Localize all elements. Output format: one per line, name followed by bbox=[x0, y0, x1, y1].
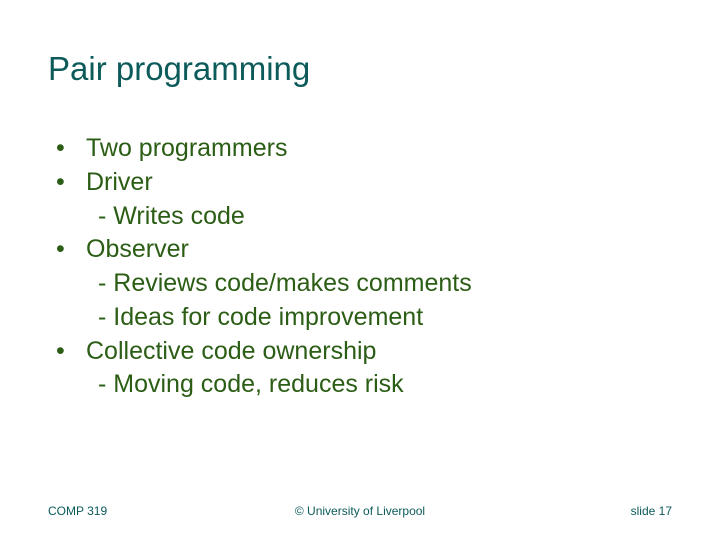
sub-item: - Reviews code/makes comments bbox=[50, 267, 670, 301]
bullet-item: Observer bbox=[50, 233, 670, 267]
slide-body: Two programmers Driver - Writes code Obs… bbox=[50, 132, 670, 402]
bullet-text: Observer bbox=[86, 235, 189, 263]
bullet-item: Driver bbox=[50, 166, 670, 200]
bullet-item: Collective code ownership bbox=[50, 335, 670, 369]
slide-title: Pair programming bbox=[48, 50, 310, 88]
sub-item: - Ideas for code improvement bbox=[50, 301, 670, 335]
bullet-item: Two programmers bbox=[50, 132, 670, 166]
slide-footer: COMP 319 © University of Liverpool slide… bbox=[48, 504, 672, 518]
sub-item: - Moving code, reduces risk bbox=[50, 368, 670, 402]
bullet-text: Two programmers bbox=[86, 134, 287, 162]
sub-item: - Writes code bbox=[50, 200, 670, 234]
footer-page: slide 17 bbox=[631, 504, 672, 518]
footer-course: COMP 319 bbox=[48, 504, 107, 518]
bullet-text: Collective code ownership bbox=[86, 337, 376, 365]
slide: Pair programming Two programmers Driver … bbox=[0, 0, 720, 540]
footer-copyright: © University of Liverpool bbox=[48, 504, 672, 518]
bullet-text: Driver bbox=[86, 168, 153, 196]
